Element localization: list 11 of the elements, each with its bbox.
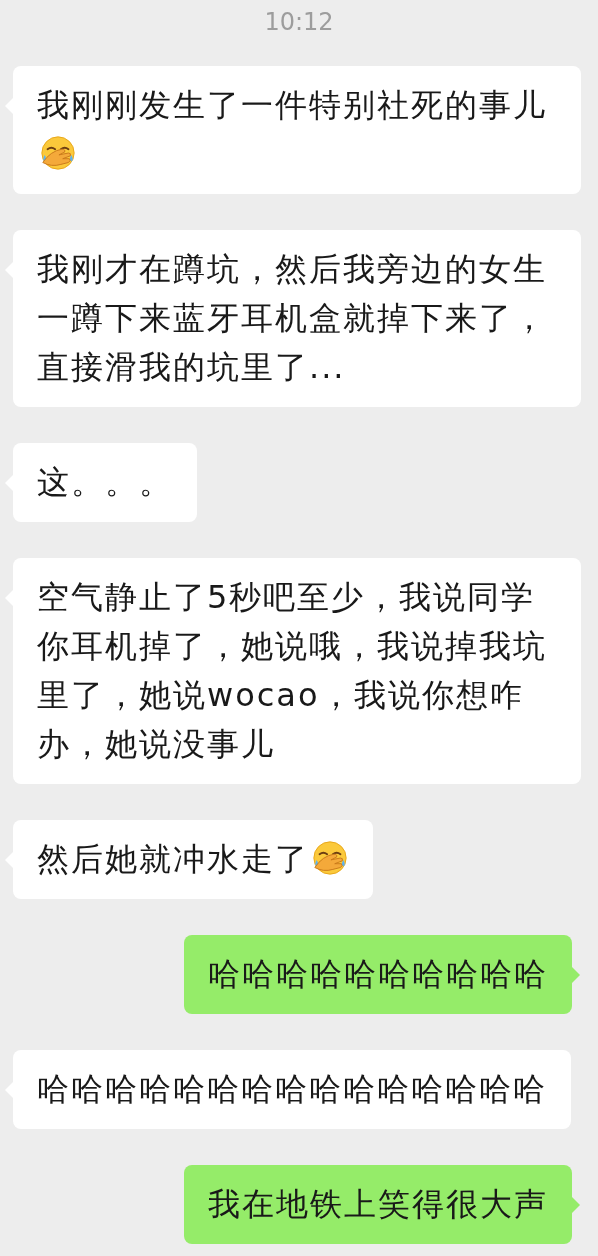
message-bubble: 我在地铁上笑得很大声 xyxy=(184,1165,572,1244)
message-bubble: 然后她就冲水走了 xyxy=(13,820,373,899)
message-bubble: 哈哈哈哈哈哈哈哈哈哈哈哈哈哈哈 xyxy=(13,1050,571,1129)
face-palm-emoji-icon xyxy=(39,134,77,172)
face-palm-emoji-icon xyxy=(311,839,349,877)
message-bubble: 哈哈哈哈哈哈哈哈哈哈 xyxy=(184,935,572,1014)
message-bubble: 我刚刚发生了一件特别社死的事儿 xyxy=(13,66,581,194)
message-bubble: 空气静止了5秒吧至少，我说同学你耳机掉了，她说哦，我说掉我坑里了，她说wocao，我说你想咋办，她说没事儿 xyxy=(13,558,581,784)
timestamp: 10:12 xyxy=(264,7,334,38)
message-bubble: 我刚才在蹲坑，然后我旁边的女生一蹲下来蓝牙耳机盒就掉下来了，直接滑我的坑里了... xyxy=(13,230,581,407)
message-bubble: 这。。。 xyxy=(13,443,197,522)
